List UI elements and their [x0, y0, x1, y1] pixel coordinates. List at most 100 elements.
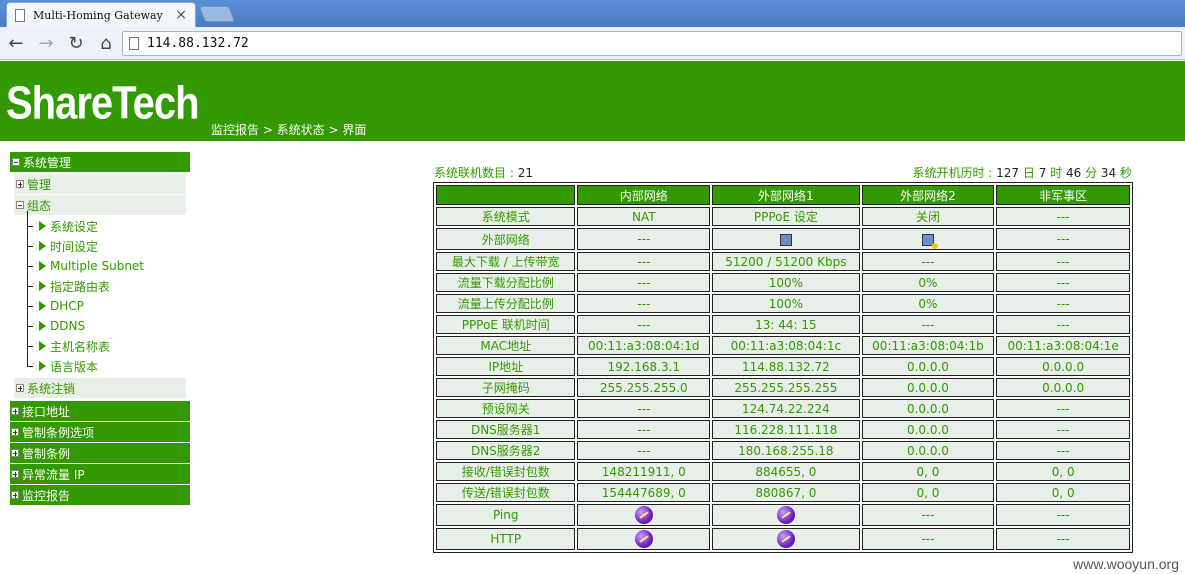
sidebar-item-dhcp[interactable]: DHCP [27, 291, 190, 316]
ping-tool-icon[interactable] [634, 506, 653, 524]
arrow-right-icon [39, 261, 46, 271]
table-cell: 100% [712, 273, 860, 292]
sidebar-item-logout[interactable]: 系统注销 [14, 378, 186, 398]
table-cell: --- [577, 273, 711, 292]
url-text[interactable]: 114.88.132.72 [147, 36, 249, 51]
column-header: 非军事区 [996, 185, 1130, 205]
sidebar-item-label[interactable]: Multiple Subnet [50, 259, 144, 273]
sidebar-item-label[interactable]: 指定路由表 [50, 278, 110, 295]
sidebar-section-abnormal-traffic[interactable]: 异常流量 IP [10, 464, 190, 484]
table-row: 流量下载分配比例 --- 100% 0% --- [436, 273, 1130, 292]
sidebar-item-language[interactable]: 语言版本 [27, 351, 190, 376]
table-row: 最大下载 / 上传带宽 --- 51200 / 51200 Kbps --- -… [436, 252, 1130, 271]
sidebar-item-time-settings[interactable]: 时间设定 [27, 231, 190, 256]
sidebar-item-ddns[interactable]: DDNS [27, 311, 190, 336]
reload-button[interactable]: ↻ [62, 29, 90, 57]
network-connected-icon[interactable] [779, 233, 792, 246]
sidebar-section-system-mgmt[interactable]: 系统管理 [10, 152, 190, 172]
sidebar-section-policy[interactable]: 管制条例 [10, 443, 190, 463]
table-cell: --- [996, 504, 1130, 526]
forward-button[interactable]: → [32, 29, 60, 57]
browser-tab[interactable]: Multi-Homing Gateway × [6, 2, 196, 27]
table-cell: 884655, 0 [712, 462, 860, 481]
expand-icon[interactable] [11, 428, 19, 436]
sidebar-section-monitor-report[interactable]: 监控报告 [10, 485, 190, 505]
row-label: 系统模式 [436, 207, 576, 226]
close-tab-icon[interactable]: × [175, 7, 187, 23]
interface-status-table: 内部网络 外部网络1 外部网络2 非军事区 系统模式 NAT PPPoE 设定 … [433, 182, 1133, 553]
table-cell: 0, 0 [861, 462, 995, 481]
uptime-minutes-unit: 分 [1081, 166, 1101, 180]
sharetech-logo: ShareTech [6, 78, 200, 129]
table-row: 流量上传分配比例 --- 100% 0% --- [436, 294, 1130, 313]
table-row: 传送/错误封包数 154447689, 0 880867, 0 0, 0 0, … [436, 483, 1130, 502]
table-cell: 00:11:a3:08:04:1d [577, 336, 711, 355]
table-cell [861, 228, 995, 250]
http-tool-icon[interactable] [634, 530, 653, 548]
sidebar-item-label[interactable]: DHCP [50, 299, 84, 313]
sidebar-item-config[interactable]: 组态 [14, 195, 186, 215]
uptime-seconds: 34 [1100, 166, 1117, 180]
expand-icon[interactable] [11, 407, 19, 415]
http-tool-icon[interactable] [776, 530, 795, 548]
expand-icon[interactable] [16, 180, 24, 188]
page-icon [15, 8, 25, 22]
sidebar-item-label[interactable]: 主机名称表 [50, 338, 110, 355]
network-warning-icon[interactable] [921, 233, 938, 249]
table-cell: --- [577, 228, 711, 250]
table-cell: 180.168.255.18 [712, 441, 860, 460]
table-cell: --- [996, 252, 1130, 271]
sidebar-item-label[interactable]: 时间设定 [50, 238, 98, 255]
table-row: IP地址 192.168.3.1 114.88.132.72 0.0.0.0 0… [436, 357, 1130, 376]
table-cell: 255.255.255.255 [712, 378, 860, 397]
table-cell: --- [577, 252, 711, 271]
table-row: 系统模式 NAT PPPoE 设定 关闭 --- [436, 207, 1130, 226]
arrow-right-icon [39, 361, 46, 371]
home-button[interactable]: ⌂ [92, 29, 120, 57]
table-cell: 00:11:a3:08:04:1e [996, 336, 1130, 355]
table-cell: 154447689, 0 [577, 483, 711, 502]
sidebar-item-manage[interactable]: 管理 [14, 174, 186, 194]
table-cell: --- [996, 273, 1130, 292]
collapse-icon[interactable] [16, 201, 24, 209]
sidebar-item-routing-table[interactable]: 指定路由表 [27, 271, 190, 296]
table-cell: 0.0.0.0 [996, 357, 1130, 376]
online-count-value: 21 [517, 166, 533, 180]
sidebar-section-label: 管制条例 [22, 446, 71, 461]
arrow-right-icon [39, 301, 46, 311]
sidebar-section-interface-address[interactable]: 接口地址 [10, 401, 190, 421]
sidebar-item-hostname-table[interactable]: 主机名称表 [27, 331, 190, 356]
sidebar-item-label[interactable]: 系统设定 [50, 218, 98, 235]
table-cell: 0, 0 [996, 462, 1130, 481]
new-tab-button[interactable] [199, 6, 235, 22]
sidebar-item-label[interactable]: 语言版本 [50, 358, 98, 375]
table-cell: --- [996, 228, 1130, 250]
address-bar[interactable]: 114.88.132.72 [122, 31, 1182, 56]
table-cell: --- [996, 441, 1130, 460]
expand-icon[interactable] [11, 470, 19, 478]
sidebar-item-system-settings[interactable]: 系统设定 [27, 211, 190, 236]
back-button[interactable]: ← [2, 29, 30, 57]
uptime-info: 系统开机历时 : 127 日 7 时 46 分 34 秒 [912, 164, 1132, 181]
row-label: MAC地址 [436, 336, 576, 355]
expand-icon[interactable] [11, 449, 19, 457]
table-cell: --- [577, 420, 711, 439]
table-cell: 116.228.111.118 [712, 420, 860, 439]
sidebar-item-label: 组态 [27, 198, 52, 213]
table-cell: 0.0.0.0 [996, 378, 1130, 397]
ping-tool-icon[interactable] [776, 506, 795, 524]
table-cell [712, 228, 860, 250]
row-label: DNS服务器1 [436, 420, 576, 439]
sidebar-item-label[interactable]: DDNS [50, 319, 85, 333]
table-cell: --- [577, 441, 711, 460]
expand-icon[interactable] [11, 491, 19, 499]
table-cell: --- [996, 399, 1130, 418]
sidebar-item-multiple-subnet[interactable]: Multiple Subnet [27, 251, 190, 276]
row-label: 接收/错误封包数 [436, 462, 576, 481]
expand-icon[interactable] [16, 384, 24, 392]
uptime-label: 系统开机历时 : [912, 166, 997, 180]
page-icon [129, 37, 139, 50]
sidebar-section-policy-options[interactable]: 管制条例选项 [10, 422, 190, 442]
table-cell: --- [577, 294, 711, 313]
collapse-icon[interactable] [12, 158, 20, 166]
